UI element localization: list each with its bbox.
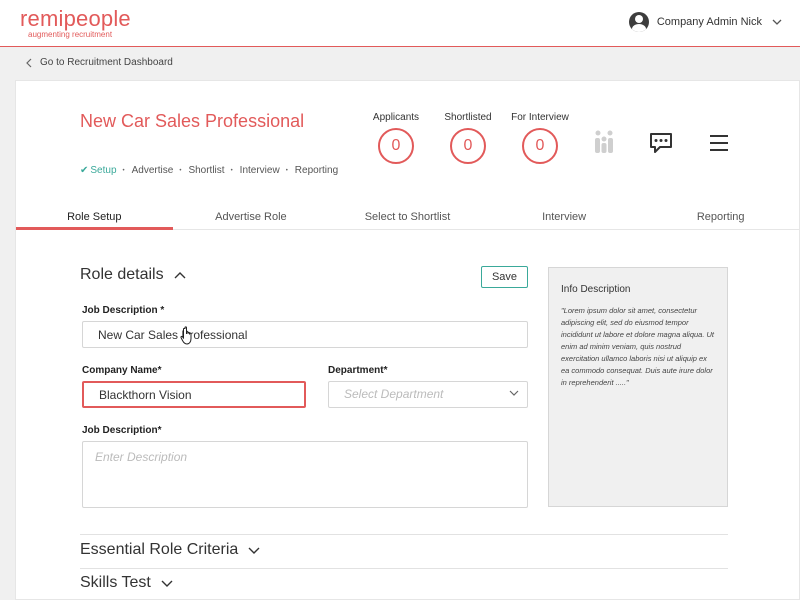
job-description-input[interactable] [82,321,528,348]
top-bar: remipeople augmenting recruitment Compan… [0,0,800,47]
save-button[interactable]: Save [481,266,528,288]
hamburger-menu-icon[interactable] [710,135,728,151]
back-link-label: Go to Recruitment Dashboard [40,57,173,68]
chevron-down-icon [161,580,173,587]
breadcrumb-advertise[interactable]: Advertise [117,165,174,176]
divider [80,568,728,569]
info-title: Info Description [561,284,631,295]
breadcrumb-interview[interactable]: Interview [225,165,280,176]
stat-label: Applicants [372,112,420,123]
company-name-label: Company Name* [82,365,162,376]
skills-test-header[interactable]: Skills Test [80,574,173,592]
info-description-panel: Info Description "Lorem ipsum dolor sit … [548,267,728,507]
check-icon: ✔ [80,165,89,176]
chevron-up-icon [174,271,186,278]
department-label: Department* [328,365,388,376]
breadcrumb: ✔Setup Advertise Shortlist Interview Rep… [80,165,338,176]
page-title: New Car Sales Professional [80,111,305,131]
tab-role-setup[interactable]: Role Setup [16,206,173,230]
stat-applicants[interactable]: Applicants 0 [361,112,431,164]
department-placeholder: Select Department [344,387,444,401]
stat-for-interview[interactable]: For Interview 0 [505,112,575,164]
main-card: New Car Sales Professional ✔Setup Advert… [15,80,800,600]
brand-logo[interactable]: remipeople augmenting recruitment [20,6,131,40]
back-to-dashboard-link[interactable]: Go to Recruitment Dashboard [26,57,173,68]
chevron-down-icon [509,390,519,396]
divider [80,534,728,535]
breadcrumb-shortlist[interactable]: Shortlist [173,165,224,176]
stat-count: 0 [450,128,486,164]
stat-count: 0 [522,128,558,164]
chevron-down-icon [248,547,260,554]
tab-bar: Role Setup Advertise Role Select to Shor… [16,206,799,230]
stat-count: 0 [378,128,414,164]
avatar [628,12,649,32]
chevron-left-icon [26,58,32,67]
hand-cursor-icon [180,326,192,345]
stat-label: Shortlisted [444,112,492,123]
section-title: Essential Role Criteria [80,541,239,558]
tab-select-to-shortlist[interactable]: Select to Shortlist [329,206,486,229]
people-icon[interactable] [593,129,615,155]
brand-tagline: augmenting recruitment [28,30,113,39]
chat-icon[interactable] [649,132,673,154]
section-title: Skills Test [80,574,151,591]
user-name: Company Admin Nick [656,16,762,28]
breadcrumb-reporting[interactable]: Reporting [280,165,338,176]
essential-role-criteria-header[interactable]: Essential Role Criteria [80,541,260,559]
tab-advertise-role[interactable]: Advertise Role [173,206,330,229]
stat-shortlisted[interactable]: Shortlisted 0 [433,112,503,164]
chevron-down-icon [772,19,782,25]
description-label: Job Description* [82,425,162,436]
stat-label: For Interview [511,112,569,123]
description-textarea[interactable] [82,441,528,508]
role-details-header[interactable]: Role details [80,266,186,284]
user-menu[interactable]: Company Admin Nick [628,12,782,32]
breadcrumb-setup[interactable]: ✔ Setup [80,165,117,176]
department-select[interactable]: Select Department [328,381,528,408]
section-title: Role details [80,266,164,283]
info-text: "Lorem ipsum dolor sit amet, consectetur… [561,306,715,387]
brand-name: remipeople [20,6,131,31]
tab-reporting[interactable]: Reporting [642,206,799,229]
tab-interview[interactable]: Interview [486,206,643,229]
job-description-label: Job Description * [82,305,165,316]
company-name-input[interactable] [82,381,306,408]
